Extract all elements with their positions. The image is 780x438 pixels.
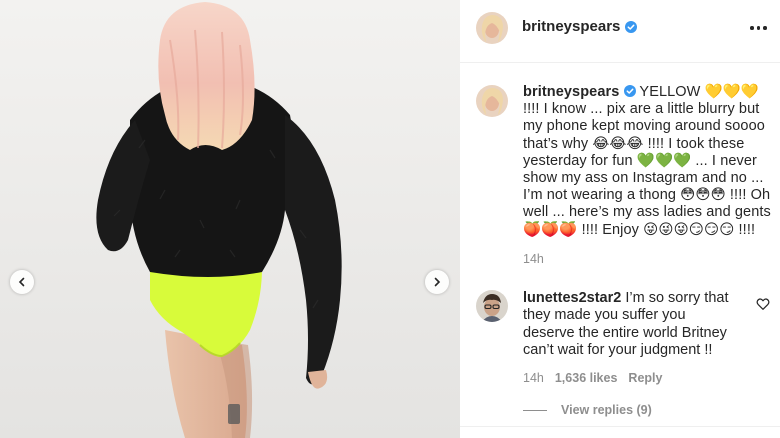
comment: lunettes2star2 I’m so sorry that they ma… bbox=[523, 290, 738, 360]
actions-bar-edge bbox=[460, 426, 780, 438]
post-header: britneyspears bbox=[460, 0, 780, 63]
header-username[interactable]: britneyspears bbox=[522, 18, 620, 35]
view-replies-label: View replies (9) bbox=[561, 403, 652, 417]
reply-button[interactable]: Reply bbox=[628, 371, 662, 385]
post-caption: britneyspears YELLOW 💛💛💛 !!!! I know ...… bbox=[523, 84, 775, 239]
post-image-area[interactable] bbox=[0, 0, 460, 438]
caption-username[interactable]: britneyspears bbox=[523, 84, 619, 100]
chevron-right-icon bbox=[434, 277, 441, 287]
comment-username[interactable]: lunettes2star2 bbox=[523, 290, 621, 306]
comment-timestamp[interactable]: 14h bbox=[523, 371, 544, 385]
post-photo bbox=[0, 0, 460, 438]
header-username-group: britneyspears bbox=[522, 18, 638, 35]
caption-text: YELLOW 💛💛💛 !!!! I know ... pix are a lit… bbox=[523, 84, 771, 238]
more-options-icon bbox=[750, 26, 754, 30]
comment-meta: 14h 1,636 likes Reply bbox=[523, 371, 662, 385]
next-image-button[interactable] bbox=[425, 270, 449, 294]
caption-timestamp[interactable]: 14h bbox=[523, 252, 544, 266]
chevron-left-icon bbox=[18, 277, 25, 287]
verified-badge-icon bbox=[623, 85, 636, 97]
verified-badge-icon bbox=[625, 20, 638, 33]
post-details-panel: britneyspears britneyspears YELLOW 💛💛💛 !… bbox=[460, 0, 780, 438]
view-replies-button[interactable]: View replies (9) bbox=[523, 403, 652, 417]
more-options-button[interactable] bbox=[750, 26, 767, 30]
comment-likes[interactable]: 1,636 likes bbox=[555, 371, 618, 385]
avatar[interactable] bbox=[476, 12, 508, 44]
comment-avatar[interactable] bbox=[476, 290, 508, 322]
caption-avatar[interactable] bbox=[476, 85, 508, 117]
view-replies-line bbox=[523, 409, 547, 411]
heart-outline-icon[interactable] bbox=[756, 297, 770, 311]
previous-image-button[interactable] bbox=[10, 270, 34, 294]
